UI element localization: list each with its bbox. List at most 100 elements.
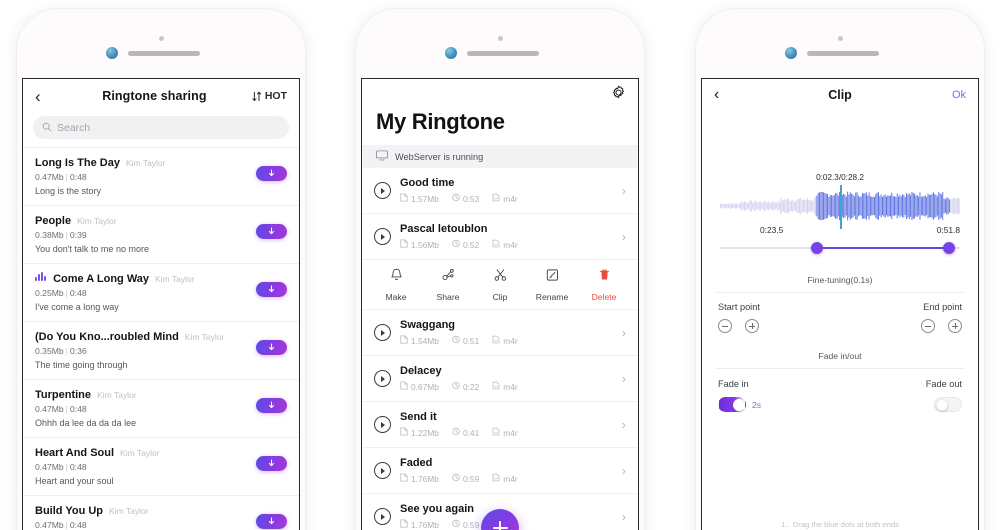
playhead-marker[interactable] [840,185,842,229]
play-icon[interactable] [374,416,391,433]
download-button[interactable] [256,398,287,413]
slider-selected-range [816,247,951,249]
chevron-right-icon[interactable]: › [622,229,626,244]
download-button[interactable] [256,340,287,355]
page-title: Ringtone sharing [102,89,207,103]
waveform-editor[interactable]: 0:02.3/0:28.2 0:23.5 0:51.8 [702,173,978,259]
plus-icon [492,520,508,530]
song-meta: 0.47Mb | 0:48 [35,172,87,182]
download-button[interactable] [256,456,287,471]
download-button[interactable] [256,282,287,297]
play-icon[interactable] [374,462,391,479]
play-icon[interactable] [374,182,391,199]
action-clip-button[interactable]: Clip [474,268,526,302]
ringtone-list-item[interactable]: Good time 1.57Mb 0:53 m4r › [362,168,638,214]
shared-ringtone-list: Long Is The Day Kim Taylor 0.47Mb | 0:48 Long… [23,147,299,530]
play-icon[interactable] [374,508,391,525]
song-info: Turpentine Kim Taylor 0.47Mb | 0:48 Ohhh da l… [35,389,248,428]
slider-handle-end[interactable] [943,242,956,254]
phone-mockup-clip: ‹ Clip Ok 0:02.3/0:28.2 0:23.5 0:51.8 Fi… [695,8,985,530]
ringtone-list-item[interactable]: Send it 1.22Mb 0:41 m4r › [362,402,638,448]
action-share-button[interactable]: Share [422,268,474,302]
monitor-icon [376,150,388,163]
back-button[interactable]: ‹ [714,86,736,104]
song-list-item[interactable]: People Kim Taylor 0.38Mb | 0:39 You don't tal… [23,206,299,264]
start-point-decrement-button[interactable] [718,319,732,333]
phone-mockup-ringtone-sharing: ‹ Ringtone sharing HOT Search Long Is Th… [16,8,306,530]
ringtone-duration: 0:53 [452,193,479,204]
back-button[interactable]: ‹ [35,88,57,105]
download-arrow-icon [267,401,276,410]
song-lyric: I've come a long way [35,302,119,312]
song-meta: 0.47Mb | 0:48 [35,404,87,414]
start-point-increment-button[interactable] [745,319,759,333]
action-make-button[interactable]: Make [370,268,422,302]
tip-line: 1．Drag the blue dots at both ends [781,519,899,529]
ringtone-list-item[interactable]: Faded 1.76Mb 0:59 m4r › [362,448,638,494]
hot-sort-button[interactable]: HOT [252,90,287,102]
ringtone-list-item[interactable]: Delacey 0.67Mb 0:22 m4r › [362,356,638,402]
song-info: Come A Long Way Kim Taylor 0.25Mb | 0:48 I've… [35,272,248,312]
toggle-knob [733,399,745,411]
song-size: 0.47Mb [35,404,64,414]
ringtone-format: m4r [492,193,518,204]
song-meta: 0.25Mb | 0:48 [35,288,87,298]
action-rename-button[interactable]: Rename [526,268,578,302]
webserver-status-banner: WebServer is running [362,145,638,168]
fade-section-label: Fade in/out [818,351,862,361]
ringtone-list-item[interactable]: Swaggang 1.54Mb 0:51 m4r › [362,310,638,356]
earpiece-speaker [467,51,539,56]
fade-in-toggle[interactable] [718,397,746,412]
chevron-right-icon[interactable]: › [622,463,626,478]
fade-out-toggle[interactable] [934,397,962,412]
earpiece-speaker [807,51,879,56]
ringtone-action-bar: Make Share Clip Rename Delete [362,260,638,310]
song-size: 0.38Mb [35,230,64,240]
song-list-item[interactable]: Long Is The Day Kim Taylor 0.47Mb | 0:48 Long… [23,148,299,206]
ringtone-list-item[interactable]: Pascal letoublon 1.56Mb 0:52 m4r › [362,214,638,260]
clock-icon [452,335,460,346]
toggle-knob [936,399,948,411]
scissors-icon [494,268,507,287]
ringtone-size: 0.67Mb [400,381,439,392]
finetune-section-label: Fine-tuning(0.1s) [807,275,873,285]
ringtone-info: Delacey 0.67Mb 0:22 m4r [400,365,613,392]
clip-range-slider[interactable] [720,241,960,255]
song-list-item[interactable]: Build You UpKim Taylor0.47Mb|0:48I'll ne… [23,496,299,530]
format-icon [492,381,500,392]
chevron-right-icon[interactable]: › [622,371,626,386]
slider-handle-start[interactable] [811,242,824,254]
chevron-right-icon[interactable]: › [622,417,626,432]
song-artist: Kim Taylor [155,274,195,284]
action-delete-button[interactable]: Delete [578,268,630,302]
song-list-item[interactable]: (Do You Kno...roubled Mind Kim Taylor 0.35… [23,322,299,380]
search-input[interactable]: Search [33,116,289,139]
end-point-increment-button[interactable] [948,319,962,333]
front-camera-icon [785,47,797,59]
play-icon[interactable] [374,228,391,245]
song-meta: 0.47Mb | 0:48 [35,520,87,530]
download-button[interactable] [256,224,287,239]
download-button[interactable] [256,166,287,181]
download-button[interactable] [256,514,287,529]
ringtone-size: 1.76Mb [400,473,439,484]
ringtone-name: Good time [400,177,455,189]
song-list-item[interactable]: Come A Long Way Kim Taylor 0.25Mb | 0:48 I've… [23,264,299,322]
song-duration: 0:36 [69,346,87,356]
ok-button[interactable]: Ok [944,89,966,101]
song-info: Heart And Soul Kim Taylor 0.47Mb | 0:48 Heart… [35,447,248,486]
end-point-decrement-button[interactable] [921,319,935,333]
song-list-item[interactable]: Turpentine Kim Taylor 0.47Mb | 0:48 Ohhh da l… [23,380,299,438]
ringtone-format: m4r [492,381,518,392]
chevron-right-icon[interactable]: › [622,325,626,340]
play-icon[interactable] [374,324,391,341]
phone3-screen: ‹ Clip Ok 0:02.3/0:28.2 0:23.5 0:51.8 Fi… [701,78,979,530]
sort-icon [252,91,262,102]
chevron-right-icon[interactable]: › [622,509,626,524]
chevron-right-icon[interactable]: › [622,183,626,198]
song-size: 0.47Mb [35,462,64,472]
ringtone-format: m4r [492,335,518,346]
gear-icon[interactable] [611,85,626,105]
play-icon[interactable] [374,370,391,387]
song-list-item[interactable]: Heart And Soul Kim Taylor 0.47Mb | 0:48 Heart… [23,438,299,496]
